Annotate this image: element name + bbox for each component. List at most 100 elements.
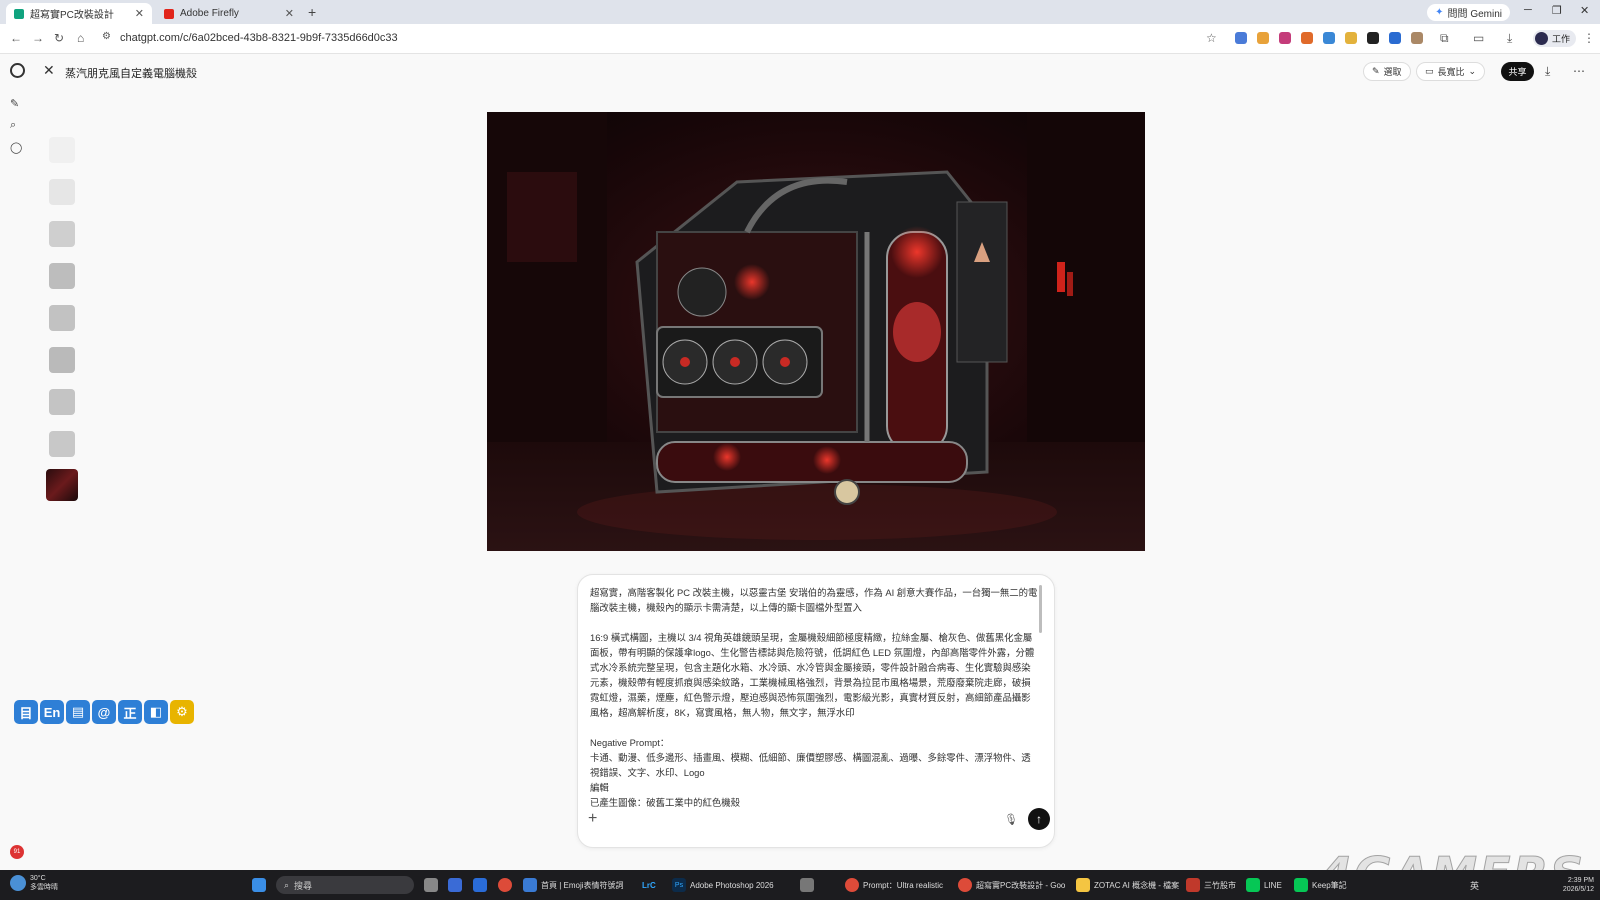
new-chat-icon[interactable]: ✎	[10, 97, 19, 110]
taskbar-item[interactable]: 首頁 | Emoji表情符號詞	[523, 870, 624, 900]
weather-widget[interactable]: 30°C 多雲時晴	[10, 874, 58, 892]
aspect-ratio-button[interactable]: ▭ 長寬比 ⌄	[1416, 62, 1486, 81]
tab-chatgpt[interactable]: 超寫實PC改裝設計 ✕	[6, 3, 152, 24]
maximize-button[interactable]: ❐	[1552, 4, 1562, 17]
taskbar-item-active[interactable]: 超寫實PC改裝設計 - Goo	[958, 870, 1065, 900]
store-button[interactable]	[448, 870, 462, 900]
extension-icon[interactable]	[1389, 32, 1401, 44]
extension-icon[interactable]	[1345, 32, 1357, 44]
close-window-button[interactable]: ✕	[1580, 4, 1589, 17]
ime-indicator[interactable]: 英	[1470, 879, 1479, 892]
image-thumbnail[interactable]	[49, 179, 75, 205]
clock-date: 2026/5/12	[1562, 886, 1594, 893]
ime-traditional-icon[interactable]: 正	[118, 700, 142, 724]
taskbar-item-label: 三竹股市	[1204, 880, 1236, 890]
browser-menu-icon[interactable]: ⋮	[1583, 31, 1595, 45]
ime-settings-icon[interactable]: ⚙	[170, 700, 194, 724]
search-icon[interactable]: ⌕	[10, 119, 16, 132]
close-icon[interactable]: ✕	[43, 62, 55, 79]
extension-icon[interactable]	[1279, 32, 1291, 44]
download-icon[interactable]: ⤓	[1545, 64, 1550, 79]
store-icon	[448, 878, 462, 892]
ime-english-icon[interactable]: En	[40, 700, 64, 724]
ime-symbol-icon[interactable]: @	[92, 700, 116, 724]
new-tab-button[interactable]: +	[308, 4, 316, 20]
stock-app-icon	[1186, 878, 1200, 892]
download-icon[interactable]: ⤓	[1507, 31, 1512, 46]
translate-extension-icon[interactable]	[1235, 32, 1247, 44]
taskbar-item[interactable]: LINE	[1246, 870, 1282, 900]
extensions-puzzle-icon[interactable]: ⧉	[1440, 31, 1449, 46]
forward-icon[interactable]: →	[32, 31, 44, 45]
app-icon	[800, 878, 814, 892]
browser-tab-strip: 超寫實PC改裝設計 ✕ Adobe Firefly ✕ + ✦ 問問 Gemin…	[0, 0, 1600, 24]
ime-width-icon[interactable]: ◧	[144, 700, 168, 724]
chrome-icon	[498, 878, 512, 892]
reload-icon[interactable]: ↻	[54, 31, 64, 45]
extension-icon[interactable]	[1323, 32, 1335, 44]
gemini-button[interactable]: ✦ 問問 Gemini	[1427, 4, 1510, 21]
profile-label: 工作	[1552, 34, 1571, 44]
taskbar-item[interactable]: Keep筆記	[1294, 870, 1347, 900]
ime-mode-icon[interactable]: 目	[14, 700, 38, 724]
weather-desc: 多雲時晴	[30, 884, 58, 891]
send-button[interactable]: ↑	[1028, 808, 1050, 830]
chevron-down-icon: ⌄	[1468, 66, 1477, 76]
taskbar-item[interactable]: Ps Adobe Photoshop 2026	[672, 870, 774, 900]
extension-icon[interactable]	[1367, 32, 1379, 44]
select-button[interactable]: ✎ 選取	[1363, 62, 1411, 81]
negative-prompt-text: 卡通、動漫、低多邊形、插畫風、模糊、低細節、廉價塑膠感、構圖混亂、過曝、多餘零件…	[590, 752, 1031, 778]
image-thumbnail[interactable]	[49, 137, 75, 163]
extension-icon[interactable]	[1301, 32, 1313, 44]
prompt-text[interactable]: 超寫實，高階客製化 PC 改裝主機，以惡靈古堡 安瑞伯的為靈感，作為 AI 創意…	[590, 585, 1038, 807]
image-thumbnail[interactable]	[49, 347, 75, 373]
chatgpt-logo-icon[interactable]	[10, 63, 25, 78]
close-icon[interactable]: ✕	[135, 7, 144, 20]
url-field[interactable]: chatgpt.com/c/6a02bced-43b8-8321-9b9f-73…	[120, 32, 398, 44]
image-thumbnail-selected[interactable]	[46, 469, 78, 501]
line-icon	[1246, 878, 1260, 892]
start-button[interactable]	[252, 870, 266, 900]
bookmark-star-icon[interactable]: ☆	[1206, 31, 1217, 45]
tab-firefly[interactable]: Adobe Firefly ✕	[156, 3, 302, 24]
taskbar-item-label: Keep筆記	[1312, 880, 1347, 890]
microphone-icon[interactable]: 🎙	[1004, 813, 1018, 826]
chrome-button[interactable]	[498, 870, 512, 900]
taskbar-item[interactable]: LrC	[642, 870, 656, 900]
extension-icon[interactable]	[1257, 32, 1269, 44]
ime-menu-icon[interactable]: ▤	[66, 700, 90, 724]
share-button[interactable]: 共享	[1501, 62, 1534, 81]
taskbar-item[interactable]	[800, 870, 814, 900]
system-clock[interactable]: 2:39 PM 2026/5/12	[1563, 876, 1594, 894]
split-view-icon[interactable]: ▭	[1473, 31, 1484, 45]
profile-button[interactable]: 工作	[1533, 30, 1577, 47]
composer-scrollbar[interactable]	[1039, 585, 1042, 633]
task-view-icon	[424, 878, 438, 892]
taskbar-item[interactable]: Prompt：Ultra realistic	[845, 870, 943, 900]
prompt-composer[interactable]: 超寫實，高階客製化 PC 改裝主機，以惡靈古堡 安瑞伯的為靈感，作為 AI 創意…	[577, 574, 1055, 848]
site-info-icon[interactable]: ⚙	[102, 31, 111, 42]
adobe-icon	[164, 8, 174, 19]
chat-bubble-icon[interactable]: ◯	[10, 141, 22, 154]
taskbar-item[interactable]: 三竹股市	[1186, 870, 1236, 900]
close-icon[interactable]: ✕	[285, 7, 294, 20]
notification-badge[interactable]: 91	[10, 845, 24, 859]
add-attachment-button[interactable]: +	[588, 810, 597, 828]
home-icon[interactable]: ⌂	[77, 31, 84, 45]
taskbar-item[interactable]: ZOTAC AI 概念機 - 檔案	[1076, 870, 1179, 900]
chrome-icon	[845, 878, 859, 892]
image-thumbnail[interactable]	[49, 305, 75, 331]
image-thumbnail[interactable]	[49, 389, 75, 415]
taskbar-search[interactable]: ⌕ 搜尋	[276, 876, 414, 894]
more-options-icon[interactable]: ⋯	[1573, 64, 1585, 78]
image-thumbnail[interactable]	[49, 263, 75, 289]
minimize-button[interactable]: ─	[1524, 4, 1532, 16]
image-thumbnail[interactable]	[49, 221, 75, 247]
generated-image[interactable]	[487, 112, 1145, 551]
image-thumbnail[interactable]	[49, 431, 75, 457]
back-icon[interactable]: ←	[10, 31, 22, 45]
todo-button[interactable]	[473, 870, 487, 900]
prompt-paragraph: 超寫實，高階客製化 PC 改裝主機，以惡靈古堡 安瑞伯的為靈感，作為 AI 創意…	[590, 587, 1038, 613]
task-view-button[interactable]	[424, 870, 438, 900]
extension-icon[interactable]	[1411, 32, 1423, 44]
